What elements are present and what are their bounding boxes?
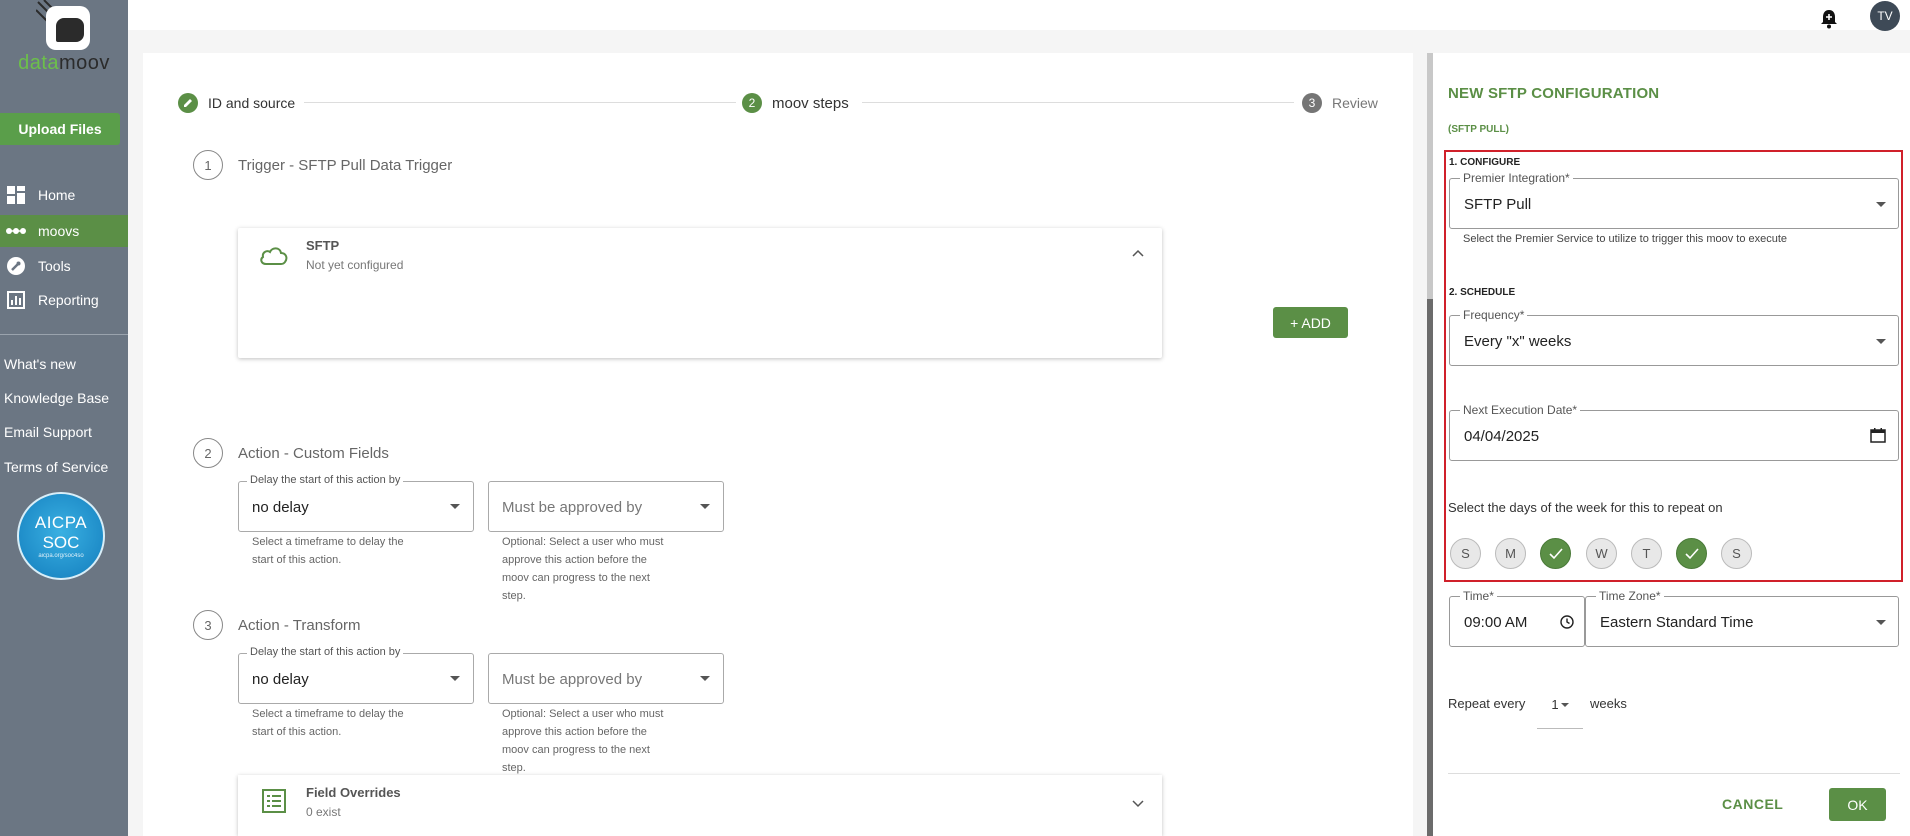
step-label: moov steps <box>772 94 849 112</box>
step-review[interactable]: 3 Review <box>1302 93 1378 113</box>
delay-help: Select a timeframe to delay the start of … <box>252 536 404 566</box>
list-icon <box>262 789 286 813</box>
grid-icon <box>6 185 26 205</box>
configure-heading: 1. CONFIGURE <box>1449 157 1521 168</box>
sidebar-item-label: Home <box>38 187 76 203</box>
dots-icon <box>6 221 26 241</box>
sidebar-item-label: Reporting <box>38 292 99 308</box>
section-number: 3 <box>193 610 223 640</box>
caret-down-icon <box>1560 702 1569 707</box>
approver-help: Optional: Select a user who must approve … <box>502 536 664 602</box>
step-number: 3 <box>1302 93 1322 113</box>
caret-down-icon <box>450 504 460 509</box>
day-toggle[interactable]: S <box>1450 538 1481 569</box>
upload-files-button[interactable]: Upload Files <box>0 113 120 145</box>
sftp-status: Not yet configured <box>306 258 404 272</box>
sidebar-item-label: moovs <box>38 223 80 239</box>
clock-icon[interactable] <box>1560 615 1574 629</box>
approver-help: Optional: Select a user who must approve … <box>502 708 664 774</box>
approver-select[interactable]: Must be approved by <box>488 653 724 704</box>
sidebar-item-label: Tools <box>38 258 71 274</box>
caret-down-icon <box>450 676 460 681</box>
field-overrides-card[interactable]: Field Overrides 0 exist <box>238 775 1162 836</box>
premier-help: Select the Premier Service to utilize to… <box>1463 233 1788 245</box>
day-toggle[interactable] <box>1540 538 1571 569</box>
stepper-connector <box>304 102 736 103</box>
add-trigger-button[interactable]: + ADD <box>1273 307 1348 338</box>
delay-select[interactable]: Delay the start of this action by no del… <box>238 646 474 704</box>
sidebar-item-tools[interactable]: Tools <box>0 250 128 282</box>
chevron-up-icon[interactable] <box>1132 246 1144 260</box>
day-toggle[interactable]: T <box>1631 538 1662 569</box>
days-label: Select the days of the week for this to … <box>1448 500 1723 515</box>
check-icon <box>1548 547 1563 559</box>
section-title: Trigger - SFTP Pull Data Trigger <box>238 157 453 174</box>
panel-divider <box>1448 773 1900 774</box>
step-number: 2 <box>742 93 762 113</box>
panel-title: NEW SFTP CONFIGURATION <box>1448 85 1660 102</box>
chart-icon <box>6 290 26 310</box>
logo-mark-icon <box>46 6 90 50</box>
check-icon <box>1684 547 1699 559</box>
wrench-icon <box>6 256 26 276</box>
link-terms-of-service[interactable]: Terms of Service <box>4 459 108 475</box>
step-label: ID and source <box>208 95 296 111</box>
link-knowledge-base[interactable]: Knowledge Base <box>4 390 109 406</box>
caret-down-icon <box>1876 339 1886 344</box>
panel-subtitle: (SFTP PULL) <box>1448 124 1509 135</box>
pencil-icon <box>178 93 198 113</box>
field-overrides-title: Field Overrides <box>306 785 401 800</box>
user-avatar[interactable]: TV <box>1870 1 1900 31</box>
link-email-support[interactable]: Email Support <box>4 424 92 440</box>
section-number: 1 <box>193 150 223 180</box>
stepper-connector <box>862 102 1294 103</box>
day-toggle[interactable] <box>1676 538 1707 569</box>
datamoov-logo[interactable]: datamoov <box>8 0 120 80</box>
time-zone-select[interactable]: Time Zone* Eastern Standard Time <box>1585 589 1899 647</box>
caret-down-icon <box>700 676 710 681</box>
cancel-button[interactable]: CANCEL <box>1722 796 1783 812</box>
delay-select[interactable]: Delay the start of this action by no del… <box>238 474 474 532</box>
field-overrides-count: 0 exist <box>306 805 341 819</box>
delay-help: Select a timeframe to delay the start of … <box>252 708 404 738</box>
sidebar: datamoov Upload Files Home moovs Tools R… <box>0 0 128 836</box>
logo-text: datamoov <box>18 52 110 74</box>
day-toggle[interactable]: M <box>1495 538 1526 569</box>
sidebar-item-reporting[interactable]: Reporting <box>0 284 128 316</box>
caret-down-icon <box>1876 620 1886 625</box>
next-execution-date-input[interactable]: Next Execution Date* 04/04/2025 <box>1449 403 1899 461</box>
repeat-label: Repeat every <box>1448 696 1526 711</box>
sftp-trigger-card[interactable]: SFTP Not yet configured <box>238 228 1162 358</box>
aicpa-soc-badge: AICPA SOC aicpa.org/soc4so <box>17 492 105 580</box>
schedule-heading: 2. SCHEDULE <box>1449 287 1516 298</box>
approver-select[interactable]: Must be approved by <box>488 481 724 532</box>
repeat-unit: weeks <box>1590 696 1627 711</box>
notification-bell-icon[interactable] <box>1818 8 1840 30</box>
frequency-select[interactable]: Frequency* Every "x" weeks <box>1449 308 1899 366</box>
step-label: Review <box>1332 95 1378 111</box>
chevron-down-icon[interactable] <box>1132 797 1144 811</box>
sftp-title: SFTP <box>306 238 340 253</box>
premier-integration-select[interactable]: Premier Integration* SFTP Pull <box>1449 171 1899 229</box>
caret-down-icon <box>1876 202 1886 207</box>
step-id-and-source[interactable]: ID and source <box>178 93 295 113</box>
day-toggle[interactable]: S <box>1721 538 1752 569</box>
time-input[interactable]: Time* 09:00 AM <box>1449 589 1585 647</box>
section-title: Action - Custom Fields <box>238 445 389 462</box>
top-bar <box>128 0 1910 30</box>
section-number: 2 <box>193 438 223 468</box>
section-title: Action - Transform <box>238 617 361 634</box>
ok-button[interactable]: OK <box>1829 788 1886 821</box>
cloud-icon <box>260 247 288 265</box>
caret-down-icon <box>700 504 710 509</box>
calendar-icon[interactable] <box>1870 427 1886 443</box>
link-whats-new[interactable]: What's new <box>4 356 76 372</box>
sidebar-item-home[interactable]: Home <box>0 179 128 211</box>
sidebar-item-moovs[interactable]: moovs <box>0 215 128 247</box>
sidebar-divider <box>0 334 128 335</box>
repeat-count-select[interactable]: 1 <box>1537 681 1583 729</box>
day-toggle[interactable]: W <box>1586 538 1617 569</box>
step-moov-steps[interactable]: 2 moov steps <box>742 93 849 113</box>
